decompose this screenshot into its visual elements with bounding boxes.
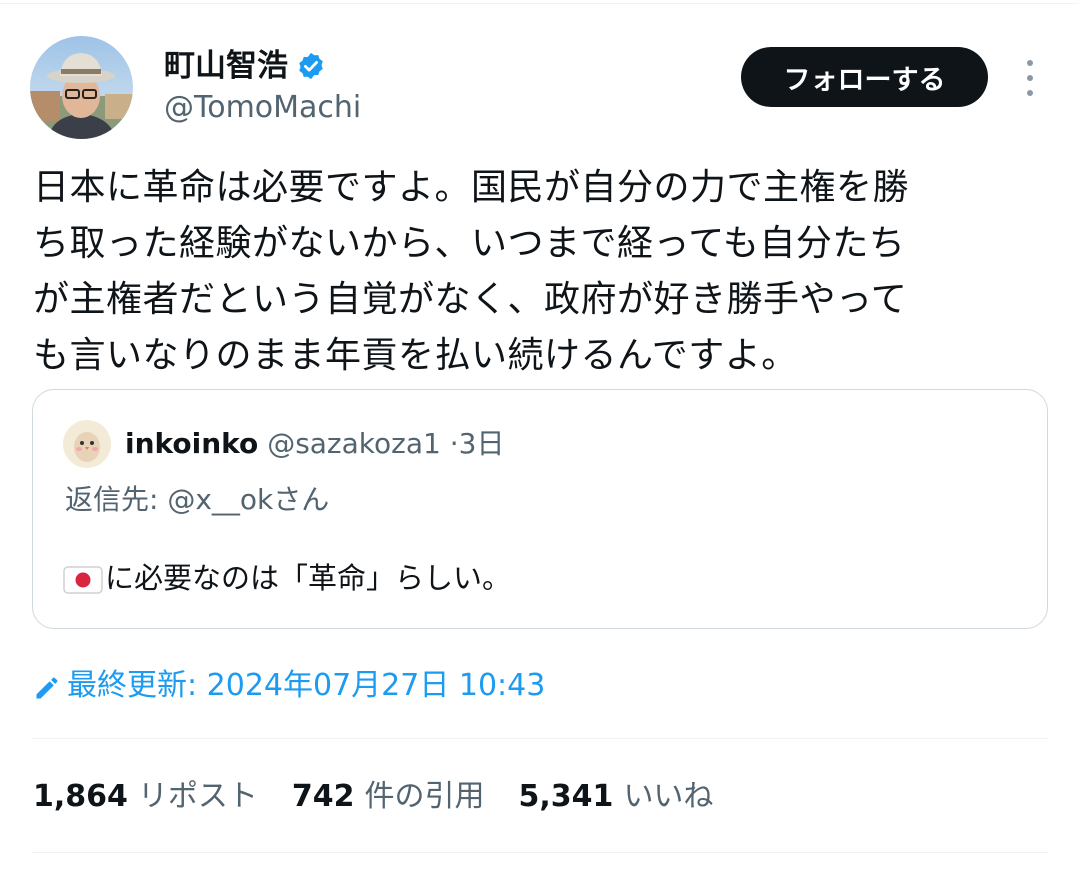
reposts-stat[interactable]: 1,864 リポスト (33, 775, 258, 819)
pencil-icon (33, 672, 61, 700)
likes-stat[interactable]: 5,341 いいね (519, 775, 714, 819)
last-updated-text[interactable]: 最終更新: 2024年07月27日 10:43 (67, 665, 545, 707)
engagement-stats: 1,864 リポスト 742 件の引用 5,341 いいね (33, 775, 713, 819)
quotes-label: 件の引用 (364, 779, 485, 814)
quoted-tweet-card[interactable]: inkoinko @sazakoza1 ·3日 返信先: @x__okさん に必… (32, 389, 1048, 629)
author-avatar[interactable] (30, 36, 133, 139)
author-name[interactable]: 町山智浩 (164, 46, 288, 86)
quote-header: inkoinko @sazakoza1 ·3日 (125, 424, 504, 464)
likes-count: 5,341 (518, 779, 614, 814)
top-divider (0, 3, 1079, 4)
author-display-name-row[interactable]: 町山智浩 (164, 46, 326, 86)
more-vertical-icon[interactable] (1020, 60, 1040, 96)
quote-separator: · (449, 427, 459, 460)
bird-avatar-icon (63, 420, 111, 468)
last-updated-row[interactable]: 最終更新: 2024年07月27日 10:43 (33, 665, 545, 707)
author-handle[interactable]: @TomoMachi (164, 88, 361, 128)
quotes-count: 742 (291, 779, 355, 814)
likes-label: いいね (623, 779, 714, 814)
profile-photo-icon (30, 36, 133, 139)
tweet-text: 日本に革命は必要ですよ。国民が自分の力で主権を勝 ち取った経験がないから、いつま… (33, 167, 910, 376)
stats-bottom-divider (32, 852, 1048, 853)
verified-badge-icon (296, 51, 326, 81)
stats-top-divider (32, 738, 1048, 739)
quote-timestamp[interactable]: 3日 (459, 427, 505, 460)
quote-text: に必要なのは「革命」らしい。 (105, 561, 512, 595)
quote-author-handle[interactable]: @sazakoza1 (267, 427, 441, 460)
quote-author-name[interactable]: inkoinko (125, 427, 258, 460)
japan-flag-icon (63, 564, 103, 594)
quote-text-row: に必要なのは「革命」らしい。 (63, 558, 511, 598)
reposts-label: リポスト (137, 779, 258, 814)
reposts-count: 1,864 (33, 779, 128, 814)
quote-reply-to: 返信先: @x__okさん (65, 483, 330, 516)
follow-button[interactable]: フォローする (741, 47, 988, 107)
quote-author-avatar[interactable] (63, 420, 111, 468)
quotes-stat[interactable]: 742 件の引用 (292, 775, 485, 819)
